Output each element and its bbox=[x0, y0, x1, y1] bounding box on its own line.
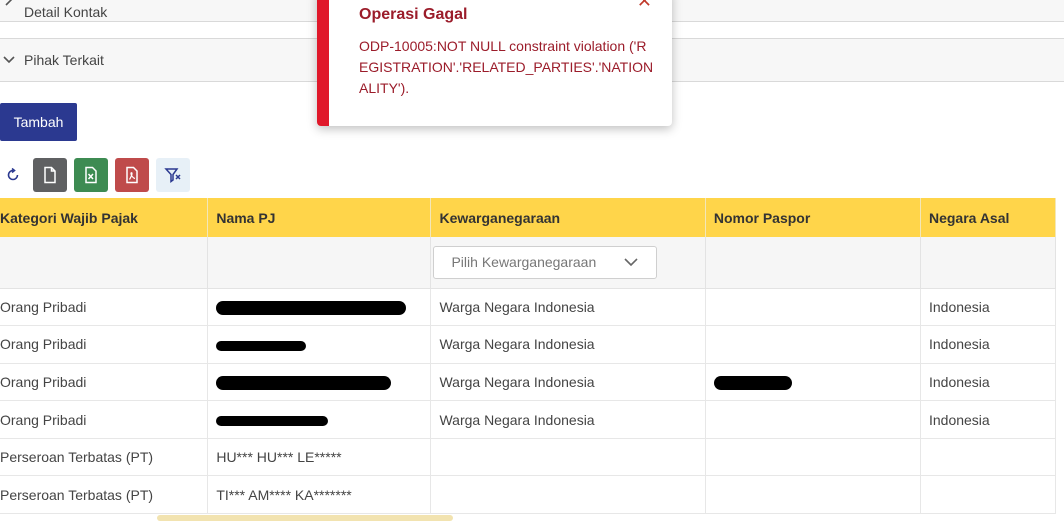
refresh-button[interactable] bbox=[0, 158, 26, 192]
kewarganegaraan-filter-placeholder: Pilih Kewarganegaraan bbox=[451, 254, 597, 271]
cell-kategori: Perseroan Terbatas (PT) bbox=[0, 438, 209, 477]
cell-nama-pj bbox=[207, 363, 432, 402]
toast-message: ODP-10005:NOT NULL constraint violation … bbox=[359, 38, 654, 96]
table-row[interactable]: Perseroan Terbatas (PT) HU*** HU*** LE**… bbox=[0, 438, 1057, 477]
related-parties-table: Kategori Wajib Pajak Nama PJ Kewarganega… bbox=[0, 198, 1057, 515]
column-header-nomor-paspor[interactable]: Nomor Paspor bbox=[705, 198, 921, 237]
export-file-button[interactable] bbox=[33, 158, 67, 192]
cell-negara-asal bbox=[920, 438, 1057, 477]
cell-negara-asal bbox=[920, 475, 1057, 515]
refresh-icon bbox=[7, 167, 19, 181]
cell-nama-pj: TI*** AM**** KA******* bbox=[207, 475, 432, 515]
redaction-mark bbox=[216, 376, 392, 391]
cell-nomor-paspor bbox=[705, 325, 921, 364]
pdf-icon bbox=[126, 166, 138, 184]
cell-kategori: Orang Pribadi bbox=[0, 325, 209, 364]
filter-cell-nama bbox=[207, 237, 432, 289]
grid-toolbar bbox=[0, 158, 190, 192]
table-row[interactable]: Perseroan Terbatas (PT) TI*** AM**** KA*… bbox=[0, 475, 1057, 515]
cell-kategori: Perseroan Terbatas (PT) bbox=[0, 475, 209, 515]
kewarganegaraan-filter-select[interactable]: Pilih Kewarganegaraan bbox=[433, 245, 658, 279]
chevron-down-icon bbox=[3, 56, 15, 64]
table-row[interactable]: Orang Pribadi Warga Negara Indonesia Ind… bbox=[0, 325, 1057, 364]
cell-kewarganegaraan bbox=[430, 475, 706, 515]
close-icon[interactable]: ✕ bbox=[637, 0, 652, 10]
cell-kewarganegaraan bbox=[430, 438, 706, 477]
cell-kategori: Orang Pribadi bbox=[0, 288, 209, 327]
accordion-detail-kontak-label: Detail Kontak bbox=[24, 4, 108, 20]
redaction-mark bbox=[216, 415, 329, 426]
cell-nama-pj bbox=[207, 288, 432, 327]
redaction-mark bbox=[216, 340, 307, 351]
cell-kewarganegaraan: Warga Negara Indonesia bbox=[430, 363, 706, 402]
cell-negara-asal: Indonesia bbox=[920, 363, 1057, 402]
chevron-right-icon bbox=[5, 0, 13, 6]
export-excel-button[interactable] bbox=[74, 158, 108, 192]
accordion-pihak-terkait-label: Pihak Terkait bbox=[24, 52, 104, 68]
cell-negara-asal: Indonesia bbox=[920, 288, 1057, 327]
cell-nama-pj bbox=[207, 400, 432, 439]
redaction-mark bbox=[216, 301, 407, 316]
table-row[interactable]: Orang Pribadi Warga Negara Indonesia Ind… bbox=[0, 288, 1057, 327]
chevron-down-icon bbox=[624, 258, 639, 267]
cell-kewarganegaraan: Warga Negara Indonesia bbox=[430, 325, 706, 364]
filter-cell-kategori bbox=[0, 237, 209, 289]
tambah-button[interactable]: Tambah bbox=[0, 103, 77, 141]
cell-kewarganegaraan: Warga Negara Indonesia bbox=[430, 400, 706, 439]
cell-nomor-paspor bbox=[705, 475, 921, 515]
cell-kategori: Orang Pribadi bbox=[0, 400, 209, 439]
cell-nama-pj bbox=[207, 325, 432, 364]
filter-cell-negara bbox=[920, 237, 1057, 289]
column-header-kewarganegaraan[interactable]: Kewarganegaraan bbox=[430, 198, 706, 237]
cell-negara-asal: Indonesia bbox=[920, 325, 1057, 364]
table-row[interactable]: Orang Pribadi Warga Negara Indonesia Ind… bbox=[0, 363, 1057, 402]
clear-filter-button[interactable] bbox=[156, 158, 190, 192]
cell-nomor-paspor bbox=[705, 400, 921, 439]
filter-cell-kewarganegaraan: Pilih Kewarganegaraan bbox=[430, 237, 706, 289]
cell-negara-asal: Indonesia bbox=[920, 400, 1057, 439]
table-header-row: Kategori Wajib Pajak Nama PJ Kewarganega… bbox=[0, 198, 1057, 237]
horizontal-scrollbar-thumb[interactable] bbox=[157, 515, 453, 521]
cell-nomor-paspor bbox=[705, 438, 921, 477]
filter-clear-icon bbox=[164, 168, 181, 183]
cell-nomor-paspor bbox=[705, 363, 921, 402]
excel-icon bbox=[85, 166, 97, 184]
error-toast: ✕ Operasi Gagal ODP-10005:NOT NULL const… bbox=[317, 0, 672, 126]
file-icon bbox=[44, 166, 56, 184]
cell-kategori: Orang Pribadi bbox=[0, 363, 209, 402]
cell-kewarganegaraan: Warga Negara Indonesia bbox=[430, 288, 706, 327]
filter-cell-paspor bbox=[705, 237, 921, 289]
table-row[interactable]: Orang Pribadi Warga Negara Indonesia Ind… bbox=[0, 400, 1057, 439]
export-pdf-button[interactable] bbox=[115, 158, 149, 192]
column-header-nama-pj[interactable]: Nama PJ bbox=[207, 198, 432, 237]
column-header-kategori[interactable]: Kategori Wajib Pajak bbox=[0, 198, 209, 237]
toast-title: Operasi Gagal bbox=[359, 6, 468, 23]
column-header-negara-asal[interactable]: Negara Asal bbox=[920, 198, 1057, 237]
redaction-mark bbox=[713, 376, 792, 391]
cell-nama-pj: HU*** HU*** LE***** bbox=[207, 438, 432, 477]
table-filter-row: Pilih Kewarganegaraan bbox=[0, 237, 1057, 289]
cell-nomor-paspor bbox=[705, 288, 921, 327]
